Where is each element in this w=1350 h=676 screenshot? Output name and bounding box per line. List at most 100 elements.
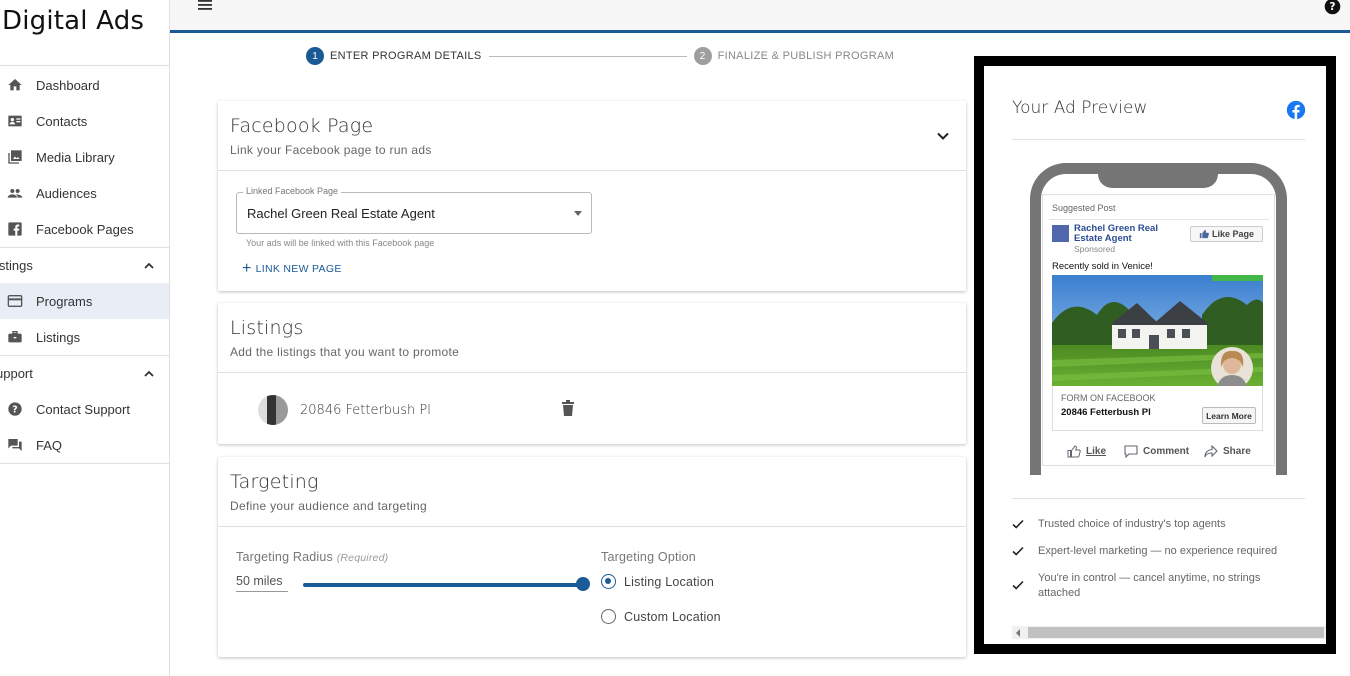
card-title: Targeting — [230, 471, 319, 493]
option-label: Listing Location — [624, 574, 715, 589]
comment-icon — [1124, 445, 1138, 458]
link-new-page-button[interactable]: + LINK NEW PAGE — [242, 260, 342, 277]
post-comment-action: Comment — [1124, 445, 1189, 458]
home-icon — [8, 79, 22, 91]
targeting-option-label: Targeting Option — [601, 550, 696, 564]
sidebar-item-dashboard[interactable]: Dashboard — [0, 67, 169, 103]
radius-input[interactable]: 50 miles — [236, 574, 288, 592]
linked-facebook-page-select[interactable]: Linked Facebook Page Rachel Green Real E… — [236, 186, 592, 234]
ad-footer: FORM ON FACEBOOK 20846 Fetterbush Pl Lea… — [1052, 386, 1263, 431]
plus-icon: + — [242, 260, 252, 277]
select-value: Rachel Green Real Estate Agent — [247, 206, 435, 221]
listing-address: 20846 Fetterbush Pl — [300, 402, 431, 418]
briefcase-icon — [8, 331, 22, 343]
phone-notch — [1098, 163, 1218, 188]
sidebar-item-label: Listings — [36, 329, 81, 345]
option-custom-location[interactable]: Custom Location — [601, 609, 721, 624]
facebook-page-card: Facebook Page Link your Facebook page to… — [218, 101, 966, 291]
suggested-post-label: Suggested Post — [1052, 203, 1116, 213]
sidebar: Digital Ads Dashboard Contacts Media Lib… — [0, 0, 170, 676]
step-1-label: ENTER PROGRAM DETAILS — [330, 50, 482, 62]
radio-unselected-icon[interactable] — [601, 609, 616, 624]
preview-title: Your Ad Preview — [1012, 98, 1148, 118]
perk-item: Trusted choice of industry's top agents — [1012, 517, 1302, 532]
radius-slider-track[interactable] — [303, 583, 583, 587]
sidebar-item-media-library[interactable]: Media Library — [0, 139, 169, 175]
sidebar-item-programs[interactable]: Programs — [0, 283, 169, 319]
delete-icon[interactable] — [561, 400, 575, 416]
option-listing-location[interactable]: Listing Location — [601, 574, 714, 589]
page-avatar — [1052, 225, 1069, 242]
section-label: istings — [0, 258, 33, 273]
check-icon — [1012, 580, 1024, 590]
sidebar-item-label: Contacts — [36, 113, 88, 129]
like-page-button: Like Page — [1190, 226, 1263, 242]
divider — [1049, 219, 1269, 220]
step-2-label: FINALIZE & PUBLISH PROGRAM — [717, 50, 895, 62]
radio-selected-icon[interactable] — [601, 574, 616, 589]
step-connector — [488, 55, 687, 57]
sidebar-item-contact-support[interactable]: ? Contact Support — [0, 391, 169, 427]
sidebar-section-listings[interactable]: istings — [0, 247, 169, 283]
sidebar-item-label: FAQ — [36, 437, 63, 453]
listing-photo — [1052, 275, 1263, 386]
share-label: Share — [1223, 446, 1251, 457]
horizontal-scrollbar[interactable] — [1012, 626, 1326, 639]
perk-text: Expert-level marketing — no experience r… — [1038, 545, 1278, 557]
chevron-up-icon — [144, 370, 154, 377]
sidebar-item-facebook-pages[interactable]: Facebook Pages — [0, 211, 169, 247]
divider — [1012, 498, 1305, 499]
sidebar-item-label: Dashboard — [36, 77, 100, 93]
sidebar-item-label: Facebook Pages — [36, 221, 134, 237]
radius-unit: miles — [253, 574, 283, 588]
scroll-left-icon[interactable] — [1016, 629, 1020, 637]
facebook-post-preview: Suggested Post Rachel Green Real Estate … — [1042, 194, 1275, 466]
form-label: FORM ON FACEBOOK — [1061, 393, 1156, 403]
radius-slider-handle[interactable] — [576, 577, 590, 591]
svg-text:?: ? — [12, 404, 17, 415]
help-circle-icon: ? — [8, 402, 22, 416]
sponsored-label: Sponsored — [1074, 244, 1116, 254]
chevron-down-icon[interactable] — [936, 129, 950, 143]
thumbs-up-icon — [1067, 445, 1081, 458]
like-page-label: Like Page — [1211, 229, 1255, 239]
perk-text: Trusted choice of industry's top agents — [1038, 518, 1226, 530]
post-text: Recently sold in Venice! — [1052, 261, 1153, 272]
svg-text:?: ? — [1329, 0, 1335, 13]
radius-value: 50 — [236, 574, 250, 588]
ad-preview-panel: Your Ad Preview Suggested Post Rachel Gr… — [984, 66, 1326, 644]
sidebar-item-listings[interactable]: Listings — [0, 319, 169, 355]
sidebar-item-contacts[interactable]: Contacts — [0, 103, 169, 139]
facebook-logo-icon — [1286, 100, 1306, 120]
card-header: Listings Add the listings that you want … — [218, 303, 966, 373]
card-header[interactable]: Facebook Page Link your Facebook page to… — [218, 101, 966, 171]
photo-library-icon — [8, 150, 22, 164]
page-name: Rachel Green Real Estate Agent — [1074, 223, 1158, 244]
listing-list: 20846 Fetterbush Pl — [218, 373, 966, 443]
facebook-icon — [8, 222, 22, 236]
perk-text: You're in control — cancel anytime, no s… — [1038, 572, 1261, 599]
app-title: Digital Ads — [0, 0, 169, 66]
sidebar-item-label: Audiences — [36, 185, 97, 201]
card-subtitle: Link your Facebook page to run ads — [230, 143, 432, 157]
sidebar-section-support[interactable]: upport — [0, 355, 169, 391]
thumbs-up-icon — [1199, 229, 1209, 239]
post-share-action: Share — [1204, 445, 1251, 458]
contact-card-icon — [8, 115, 22, 127]
section-label: upport — [0, 366, 33, 381]
house-photo-graphic — [1052, 275, 1263, 386]
help-icon[interactable]: ? — [1324, 0, 1341, 15]
radius-label-text: Targeting Radius — [236, 550, 334, 564]
sidebar-item-label: Media Library — [36, 149, 115, 165]
post-actions: Like Comment Share — [1043, 445, 1276, 459]
ad-address: 20846 Fetterbush Pl — [1061, 407, 1151, 418]
scrollbar-thumb[interactable] — [1028, 627, 1324, 638]
menu-icon[interactable] — [198, 0, 214, 12]
sidebar-item-audiences[interactable]: Audiences — [0, 175, 169, 211]
comment-label: Comment — [1143, 446, 1190, 457]
step-1-number: 1 — [306, 47, 324, 65]
perk-item: You're in control — cancel anytime, no s… — [1012, 571, 1302, 601]
check-icon — [1012, 519, 1024, 529]
targeting-radius-label: Targeting Radius (Required) — [236, 550, 388, 564]
sidebar-item-faq[interactable]: FAQ — [0, 427, 169, 463]
